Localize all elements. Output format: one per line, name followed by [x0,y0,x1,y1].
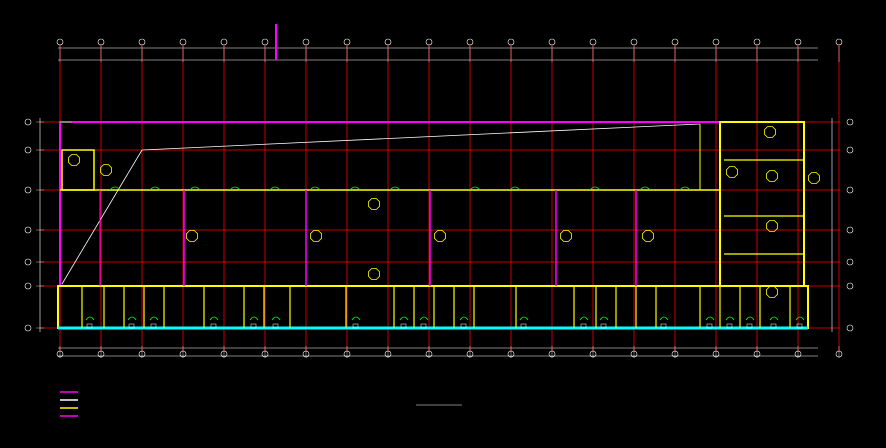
floor-plan-canvas[interactable] [0,0,886,448]
drawing-background [0,0,886,448]
